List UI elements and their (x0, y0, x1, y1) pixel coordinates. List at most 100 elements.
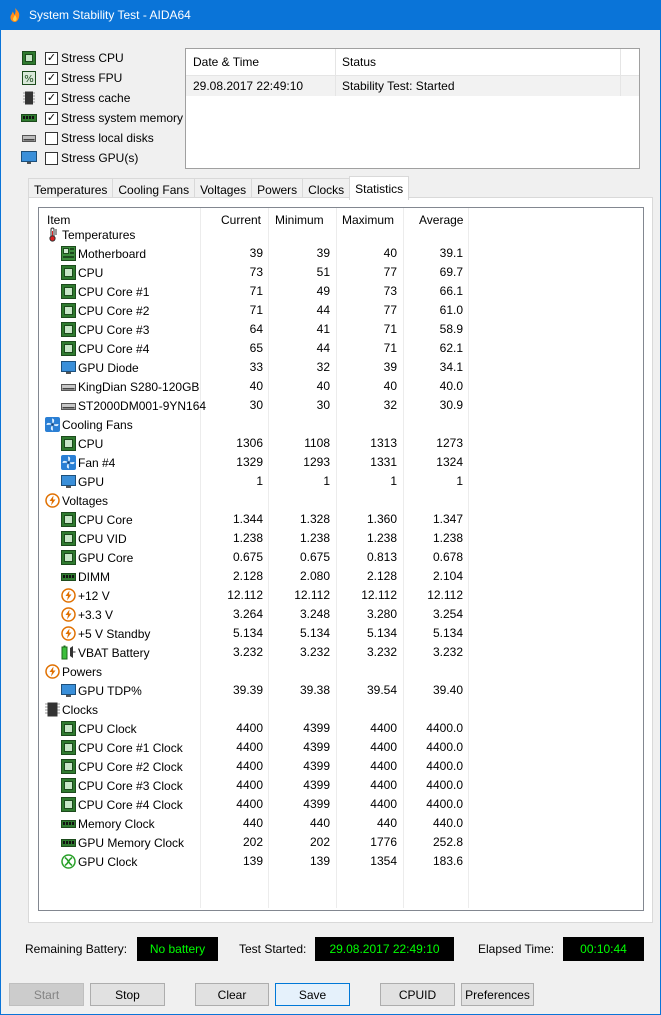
table-row[interactable]: CPU Core #1 Clock 4400 4399 4400 4400.0 (39, 738, 643, 757)
table-row[interactable]: CPU Core #4 Clock 4400 4399 4400 4400.0 (39, 795, 643, 814)
table-row[interactable]: CPU Core #2 Clock 4400 4399 4400 4400.0 (39, 757, 643, 776)
save-button[interactable]: Save (275, 983, 350, 1006)
stress-cache-label: Stress cache (61, 91, 131, 105)
table-row[interactable]: GPU Clock 139 139 1354 183.6 (39, 852, 643, 871)
table-row[interactable]: CPU Clock 4400 4399 4400 4400.0 (39, 719, 643, 738)
table-row[interactable]: GPU Diode 33 32 39 34.1 (39, 358, 643, 377)
table-row[interactable]: CPU Core 1.344 1.328 1.360 1.347 (39, 510, 643, 529)
stress-cpu-checkbox[interactable]: ✓ (45, 51, 58, 65)
group-row[interactable]: Voltages (39, 491, 643, 510)
motherboard-icon (61, 246, 76, 261)
stress-gpu-label: Stress GPU(s) (61, 151, 139, 165)
table-row[interactable]: GPU TDP% 39.39 39.38 39.54 39.40 (39, 681, 643, 700)
stress-memory-checkbox[interactable]: ✓ (45, 111, 58, 125)
row-item: Powers (45, 664, 102, 679)
stress-cache-option[interactable]: ✓ Stress cache (21, 88, 183, 108)
row-item-label: Cooling Fans (62, 417, 133, 432)
table-row[interactable]: CPU 1306 1108 1313 1273 (39, 434, 643, 453)
table-row[interactable]: CPU Core #1 71 49 73 66.1 (39, 282, 643, 301)
statistics-panel: Item Current Minimum Maximum Average Tem… (28, 197, 653, 923)
cell-maximum: 3.232 (366, 645, 397, 659)
statistics-table[interactable]: Item Current Minimum Maximum Average Tem… (38, 207, 644, 911)
table-row[interactable]: GPU 1 1 1 1 (39, 472, 643, 491)
status-row[interactable]: 29.08.2017 22:49:10 Stability Test: Star… (186, 76, 639, 96)
table-row[interactable]: DIMM 2.128 2.080 2.128 2.104 (39, 567, 643, 586)
table-row[interactable]: +12 V 12.112 12.112 12.112 12.112 (39, 586, 643, 605)
table-row[interactable]: KingDian S280-120GB 40 40 40 40.0 (39, 377, 643, 396)
cell-current: 12.112 (227, 588, 263, 602)
cpu-icon (61, 303, 76, 318)
cache-icon (21, 91, 37, 105)
cell-maximum: 1 (390, 474, 397, 488)
row-item: ST2000DM001-9YN164 (61, 398, 206, 413)
cpu-icon (61, 341, 76, 356)
clear-button[interactable]: Clear (195, 983, 269, 1006)
stress-gpu-option[interactable]: Stress GPU(s) (21, 148, 183, 168)
cell-current: 4400 (236, 740, 263, 754)
row-item: GPU Diode (61, 360, 139, 375)
table-row[interactable]: +3.3 V 3.264 3.248 3.280 3.254 (39, 605, 643, 624)
stress-memory-label: Stress system memory (61, 111, 184, 125)
table-row[interactable]: Motherboard 39 39 40 39.1 (39, 244, 643, 263)
voltage-icon (61, 588, 76, 603)
stress-disks-option[interactable]: Stress local disks (21, 128, 183, 148)
table-row[interactable]: CPU Core #3 64 41 71 58.9 (39, 320, 643, 339)
status-header-status[interactable]: Status (336, 49, 621, 75)
cell-current: 5.134 (232, 626, 263, 640)
table-row[interactable]: CPU VID 1.238 1.238 1.238 1.238 (39, 529, 643, 548)
table-row[interactable]: VBAT Battery 3.232 3.232 3.232 3.232 (39, 643, 643, 662)
preferences-button[interactable]: Preferences (461, 983, 534, 1006)
status-list[interactable]: Date & Time Status 29.08.2017 22:49:10 S… (185, 48, 640, 169)
gpu-icon (61, 474, 76, 489)
stress-fpu-option[interactable]: % ✓ Stress FPU (21, 68, 183, 88)
table-row[interactable]: CPU 73 51 77 69.7 (39, 263, 643, 282)
table-row[interactable]: ST2000DM001-9YN164 30 30 32 30.9 (39, 396, 643, 415)
group-row[interactable]: Temperatures (39, 225, 643, 244)
cpuid-button[interactable]: CPUID (380, 983, 455, 1006)
start-button[interactable]: Start (9, 983, 84, 1006)
table-row[interactable]: CPU Core #4 65 44 71 62.1 (39, 339, 643, 358)
cell-average: 183.6 (432, 854, 463, 868)
table-row[interactable]: GPU Core 0.675 0.675 0.813 0.678 (39, 548, 643, 567)
cell-current: 1.238 (232, 531, 263, 545)
table-row[interactable]: CPU Core #2 71 44 77 61.0 (39, 301, 643, 320)
row-item: Motherboard (61, 246, 146, 261)
row-item-label: GPU Clock (78, 854, 138, 869)
cell-current: 0.675 (232, 550, 263, 564)
stop-button[interactable]: Stop (90, 983, 165, 1006)
aida64-flame-icon (7, 7, 23, 23)
stress-cpu-label: Stress CPU (61, 51, 124, 65)
group-row[interactable]: Clocks (39, 700, 643, 719)
fan-icon (61, 455, 76, 470)
stress-disks-checkbox[interactable] (45, 131, 58, 145)
fan-icon (45, 417, 60, 432)
cell-average: 1273 (436, 436, 463, 450)
gpu-icon (61, 683, 76, 698)
stress-fpu-label: Stress FPU (61, 71, 123, 85)
cell-current: 71 (249, 284, 263, 298)
stress-gpu-checkbox[interactable] (45, 151, 58, 165)
cell-average: 5.134 (432, 626, 463, 640)
group-row[interactable]: Powers (39, 662, 643, 681)
table-row[interactable]: CPU Core #3 Clock 4400 4399 4400 4400.0 (39, 776, 643, 795)
cell-average: 12.112 (427, 588, 463, 602)
title-bar[interactable]: System Stability Test - AIDA64 (0, 0, 661, 30)
stress-memory-option[interactable]: ✓ Stress system memory (21, 108, 183, 128)
table-row[interactable]: Fan #4 1329 1293 1331 1324 (39, 453, 643, 472)
cell-minimum: 51 (316, 265, 330, 279)
row-item-label: CPU Core #1 (78, 284, 150, 299)
memory-icon (61, 569, 76, 584)
stress-fpu-checkbox[interactable]: ✓ (45, 71, 58, 85)
table-row[interactable]: Memory Clock 440 440 440 440.0 (39, 814, 643, 833)
tab-statistics[interactable]: Statistics (349, 176, 410, 200)
stress-cpu-option[interactable]: ✓ Stress CPU (21, 48, 183, 68)
tab-strip: Temperatures Cooling Fans Voltages Power… (28, 176, 410, 200)
group-row[interactable]: Cooling Fans (39, 415, 643, 434)
status-list-header: Date & Time Status (186, 49, 639, 76)
table-row[interactable]: GPU Memory Clock 202 202 1776 252.8 (39, 833, 643, 852)
stress-cache-checkbox[interactable]: ✓ (45, 91, 58, 105)
status-datetime-cell: 29.08.2017 22:49:10 (186, 76, 336, 96)
table-row[interactable]: +5 V Standby 5.134 5.134 5.134 5.134 (39, 624, 643, 643)
button-bar: Start Stop Clear Save CPUID Preferences (0, 983, 661, 1006)
status-header-datetime[interactable]: Date & Time (186, 49, 336, 75)
